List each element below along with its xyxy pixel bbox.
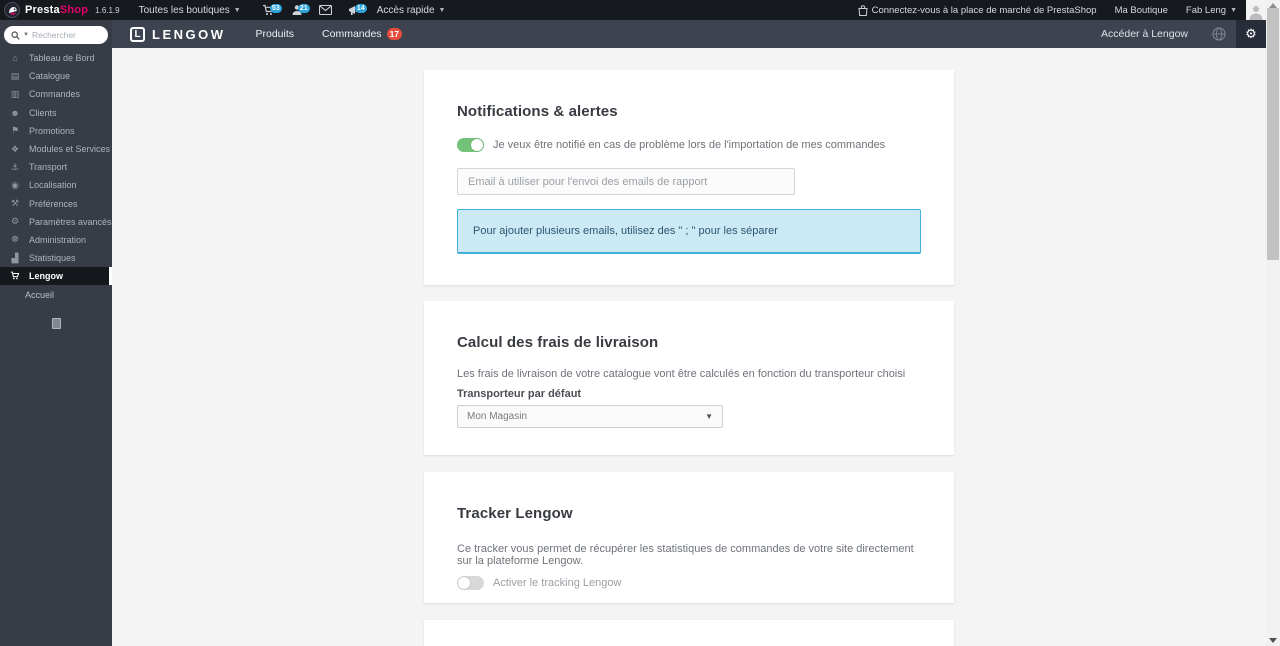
- alerts-button[interactable]: 14: [340, 4, 368, 16]
- preferences-icon: ⚒: [10, 198, 20, 209]
- marketplace-link[interactable]: Connectez-vous à la place de marché de P…: [849, 0, 1106, 20]
- avatar[interactable]: [1246, 0, 1266, 20]
- next-section-card: [424, 620, 954, 646]
- chevron-down-icon: ▼: [1230, 7, 1237, 14]
- emails-info-alert: Pour ajouter plusieurs emails, utilisez …: [457, 209, 921, 254]
- search-scope-caret-icon[interactable]: ▼: [23, 32, 29, 38]
- prestashop-logo-icon: [4, 2, 20, 18]
- carrier-select[interactable]: Mon Magasin ▼: [457, 405, 723, 428]
- envelope-icon: [319, 5, 332, 15]
- sidebar-item-modules-et-services[interactable]: ❖Modules et Services: [0, 140, 112, 158]
- shipping-icon: ⚓: [10, 162, 20, 173]
- brand-version: 1.6.1.9: [95, 6, 119, 15]
- access-lengow-link[interactable]: Accéder à Lengow: [1087, 28, 1202, 40]
- carrier-label: Transporteur par défaut: [457, 388, 921, 400]
- sidebar-item-tableau-de-bord[interactable]: ⌂Tableau de Bord: [0, 49, 112, 67]
- messages-button[interactable]: [311, 5, 340, 15]
- catalog-icon: ▤: [10, 71, 20, 82]
- scroll-down-arrow-icon[interactable]: [1269, 638, 1277, 643]
- tracker-card: Tracker Lengow Ce tracker vous permet de…: [424, 472, 954, 603]
- section-title-shipping: Calcul des frais de livraison: [457, 334, 921, 351]
- localization-icon: ◉: [10, 180, 20, 191]
- promotions-icon: ⚑: [10, 125, 20, 136]
- lengow-module-bar: L LENGOW Produits Commandes 17 Accéder à…: [112, 20, 1266, 48]
- orders-count-badge: 17: [387, 28, 402, 40]
- globe-icon: [1212, 27, 1226, 41]
- stats-icon: ▟: [10, 253, 20, 264]
- prestashop-brand[interactable]: PrestaShop 1.6.1.9: [0, 2, 130, 18]
- main-content: Notifications & alertes Je veux être not…: [112, 48, 1266, 646]
- administration-icon: ☸: [10, 234, 20, 245]
- sidebar-item-promotions[interactable]: ⚑Promotions: [0, 122, 112, 140]
- topbar-right: Connectez-vous à la place de marché de P…: [849, 0, 1266, 20]
- search-icon: [11, 31, 20, 40]
- page-scrollbar[interactable]: [1266, 0, 1280, 646]
- advanced-settings-icon: ⚙: [10, 216, 20, 227]
- notifications-toggle[interactable]: [457, 138, 484, 152]
- gear-icon: ⚙: [1245, 26, 1257, 42]
- modules-icon: ❖: [10, 144, 20, 155]
- notifications-toggle-label: Je veux être notifié en cas de problème …: [493, 139, 885, 151]
- my-shop-link[interactable]: Ma Boutique: [1106, 0, 1177, 20]
- tab-commandes[interactable]: Commandes 17: [308, 20, 416, 48]
- sidebar-item-accueil[interactable]: Accueil: [0, 285, 112, 303]
- orders-notifications-button[interactable]: 53: [254, 4, 283, 16]
- sidebar-item-localisation[interactable]: ◉Localisation: [0, 176, 112, 194]
- customers-icon: ☻: [10, 108, 20, 118]
- sidebar: ▼ ⌂Tableau de Bord ▤Catalogue ▥Commandes…: [0, 20, 112, 646]
- search-input[interactable]: [32, 30, 94, 40]
- user-menu[interactable]: Fab Leng▼: [1177, 0, 1246, 20]
- tracking-toggle-label: Activer le tracking Lengow: [493, 577, 621, 589]
- sidebar-item-statistiques[interactable]: ▟Statistiques: [0, 249, 112, 267]
- lengow-bar-right: Accéder à Lengow ⚙: [1087, 20, 1266, 48]
- topbar: PrestaShop 1.6.1.9 Toutes les boutiques▼…: [0, 0, 1266, 20]
- sidebar-item-administration[interactable]: ☸Administration: [0, 231, 112, 249]
- customers-notifications-button[interactable]: 21: [283, 4, 311, 16]
- search-box[interactable]: ▼: [4, 26, 108, 44]
- tracking-toggle[interactable]: [457, 576, 484, 590]
- section-title-notifications: Notifications & alertes: [457, 103, 921, 120]
- report-email-input[interactable]: [457, 168, 795, 195]
- chevron-down-icon: ▼: [439, 7, 446, 14]
- person-silhouette-icon: [1248, 4, 1264, 20]
- customers-badge: 21: [298, 4, 310, 13]
- orders-badge: 53: [270, 4, 282, 13]
- sidebar-nav: ⌂Tableau de Bord ▤Catalogue ▥Commandes ☻…: [0, 49, 112, 304]
- sidebar-item-catalogue[interactable]: ▤Catalogue: [0, 67, 112, 85]
- carrier-selected-value: Mon Magasin: [467, 411, 527, 422]
- lengow-wordmark: LENGOW: [152, 27, 226, 42]
- shopping-bag-icon: [858, 5, 868, 16]
- quick-access-dropdown[interactable]: Accès rapide▼: [368, 0, 455, 20]
- notifications-card: Notifications & alertes Je veux être not…: [424, 70, 954, 285]
- topbar-notification-icons: 53 21 14: [254, 4, 368, 16]
- shipping-description: Les frais de livraison de votre catalogu…: [457, 368, 921, 380]
- chevron-down-icon: ▼: [705, 412, 713, 421]
- sidebar-item-lengow[interactable]: Lengow: [0, 267, 112, 285]
- orders-icon: ▥: [10, 89, 20, 100]
- scrollbar-thumb[interactable]: [1267, 8, 1279, 260]
- lengow-brand: L LENGOW: [112, 27, 242, 42]
- sidebar-item-clients[interactable]: ☻Clients: [0, 104, 112, 122]
- dashboard-icon: ⌂: [10, 53, 20, 63]
- shipping-card: Calcul des frais de livraison Les frais …: [424, 301, 954, 455]
- chevron-down-icon: ▼: [234, 7, 241, 14]
- sidebar-item-commandes[interactable]: ▥Commandes: [0, 85, 112, 103]
- tab-produits[interactable]: Produits: [242, 20, 309, 48]
- all-shops-dropdown[interactable]: Toutes les boutiques▼: [130, 0, 250, 20]
- sidebar-item-preferences[interactable]: ⚒Préférences: [0, 195, 112, 213]
- lengow-nav: Produits Commandes 17: [242, 20, 417, 48]
- section-title-tracker: Tracker Lengow: [457, 505, 921, 522]
- sidebar-item-transport[interactable]: ⚓Transport: [0, 158, 112, 176]
- brand-name: PrestaShop: [25, 4, 88, 16]
- tracker-description: Ce tracker vous permet de récupérer les …: [457, 543, 921, 567]
- language-globe-button[interactable]: [1202, 27, 1236, 41]
- settings-gear-button[interactable]: ⚙: [1236, 20, 1266, 48]
- sidebar-item-parametres-avances[interactable]: ⚙Paramètres avancés: [0, 213, 112, 231]
- collapse-menu-icon[interactable]: [52, 318, 61, 329]
- cart-icon: [10, 271, 20, 282]
- alerts-badge: 14: [355, 4, 367, 13]
- lengow-logo-icon: L: [130, 27, 145, 42]
